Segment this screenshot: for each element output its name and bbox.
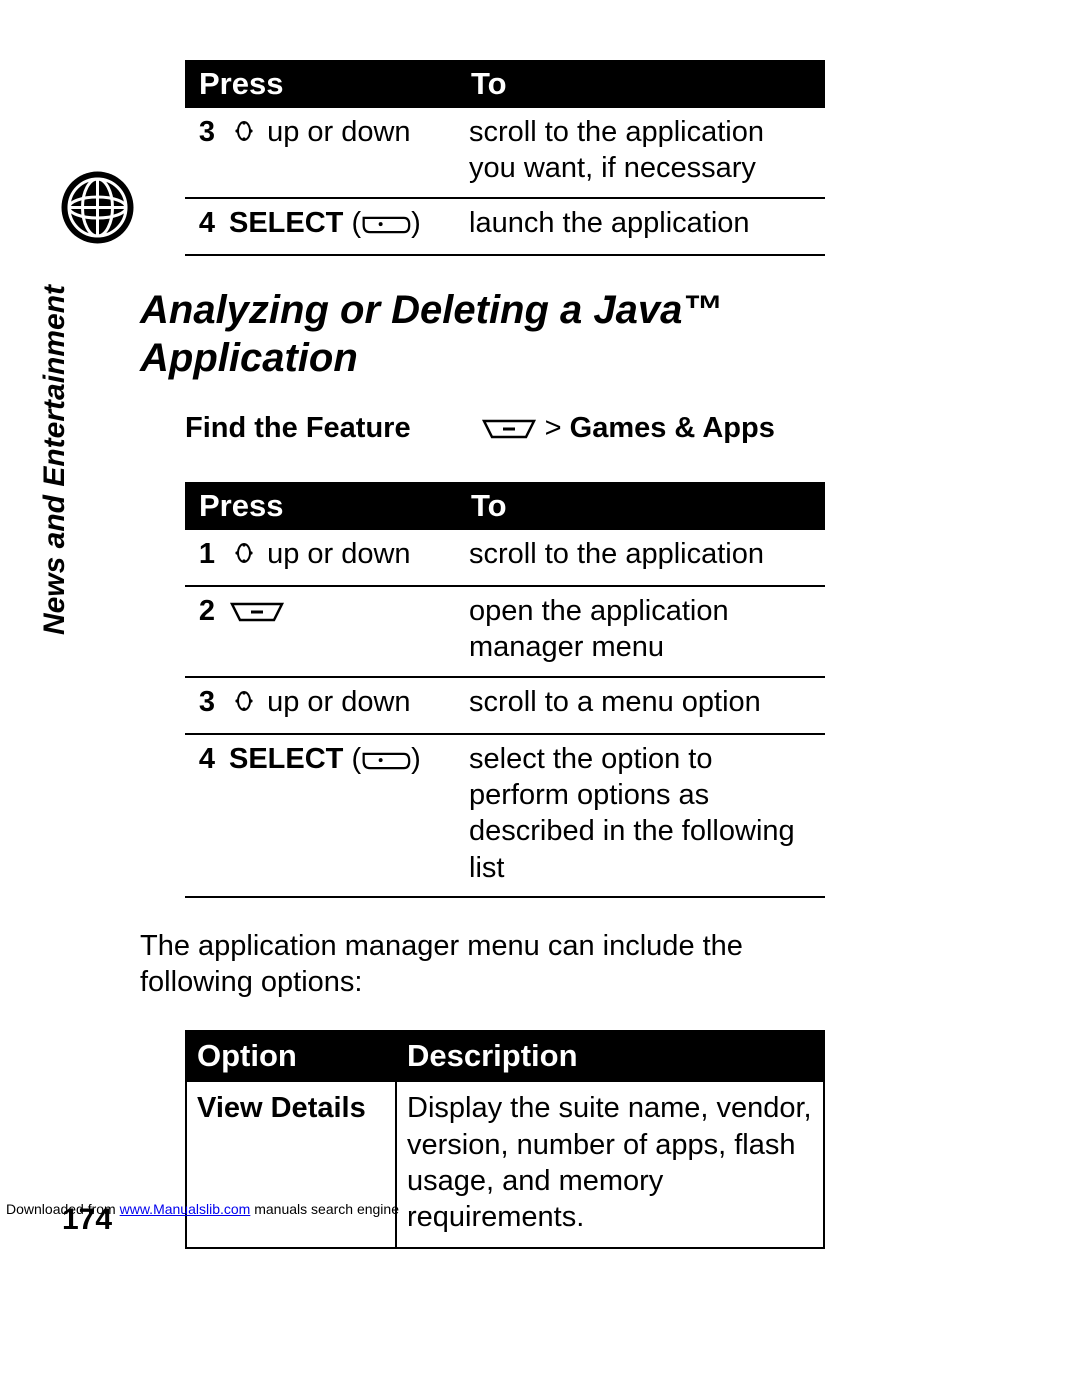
- globe-icon: [60, 170, 135, 245]
- step-number: 3: [185, 108, 221, 198]
- soft-key-icon: [361, 208, 411, 244]
- col-header-to: To: [461, 60, 825, 108]
- footer-attribution: Downloaded from www.Manualslib.com manua…: [6, 1201, 399, 1217]
- path-gt: >: [545, 412, 562, 444]
- press-label: SELECT: [229, 207, 343, 239]
- step-number: 1: [185, 530, 221, 586]
- press-to-table-main: Press To 1 up or down scroll to the appl…: [185, 482, 825, 898]
- table-row: 3 up or down scroll to a menu option: [185, 677, 825, 734]
- nav-key-icon: [229, 539, 259, 575]
- to-cell: open the application manager menu: [461, 586, 825, 677]
- press-to-table-top: Press To 3 up or down scroll to the appl…: [185, 60, 825, 256]
- press-cell: up or down: [221, 108, 461, 198]
- to-cell: launch the application: [461, 198, 825, 255]
- press-cell: SELECT (): [221, 198, 461, 255]
- find-the-feature: Find the Feature > Games & Apps: [185, 412, 820, 448]
- body-paragraph: The application manager menu can include…: [140, 928, 820, 1001]
- table-row: 4 SELECT () select the option to perform…: [185, 734, 825, 897]
- step-number: 4: [185, 198, 221, 255]
- nav-key-icon: [229, 687, 259, 723]
- press-text: up or down: [267, 686, 411, 718]
- menu-key-icon: [481, 415, 537, 448]
- step-number: 2: [185, 586, 221, 677]
- section-side-label: News and Entertainment: [38, 285, 72, 635]
- table-row: 2 open the application manager menu: [185, 586, 825, 677]
- press-text: up or down: [267, 538, 411, 570]
- table-row: 3 up or down scroll to the application y…: [185, 108, 825, 198]
- col-header-description: Description: [396, 1031, 824, 1081]
- paren: ): [411, 743, 421, 775]
- find-feature-path: > Games & Apps: [481, 412, 775, 448]
- col-header-option: Option: [186, 1031, 396, 1081]
- step-number: 4: [185, 734, 221, 897]
- nav-key-icon: [229, 117, 259, 153]
- to-cell: scroll to the application you want, if n…: [461, 108, 825, 198]
- footer-link[interactable]: www.Manualslib.com: [120, 1201, 251, 1217]
- col-header-press: Press: [185, 60, 461, 108]
- to-cell: select the option to perform options as …: [461, 734, 825, 897]
- table-row: 4 SELECT () launch the application: [185, 198, 825, 255]
- paren: (: [351, 207, 361, 239]
- page: News and Entertainment Press To 3 up or …: [0, 0, 1080, 1397]
- col-header-to: To: [461, 482, 825, 530]
- footer-prefix: Downloaded from: [6, 1201, 120, 1217]
- to-cell: scroll to the application: [461, 530, 825, 586]
- press-cell: [221, 586, 461, 677]
- option-name: View Details: [186, 1081, 396, 1248]
- menu-key-icon: [229, 596, 285, 632]
- option-description: Display the suite name, vendor, version,…: [396, 1081, 824, 1248]
- press-cell: up or down: [221, 677, 461, 734]
- press-label: SELECT: [229, 743, 343, 775]
- press-text: up or down: [267, 116, 411, 148]
- press-cell: up or down: [221, 530, 461, 586]
- section-heading: Analyzing or Deleting a Java™ Applicatio…: [140, 286, 820, 382]
- table-row: View Details Display the suite name, ven…: [186, 1081, 824, 1248]
- press-cell: SELECT (): [221, 734, 461, 897]
- paren: (: [351, 743, 361, 775]
- step-number: 3: [185, 677, 221, 734]
- soft-key-icon: [361, 744, 411, 780]
- find-feature-label: Find the Feature: [185, 412, 411, 445]
- footer-suffix: manuals search engine: [250, 1201, 399, 1217]
- path-target: Games & Apps: [570, 412, 775, 444]
- table-row: 1 up or down scroll to the application: [185, 530, 825, 586]
- col-header-press: Press: [185, 482, 461, 530]
- paren: ): [411, 207, 421, 239]
- to-cell: scroll to a menu option: [461, 677, 825, 734]
